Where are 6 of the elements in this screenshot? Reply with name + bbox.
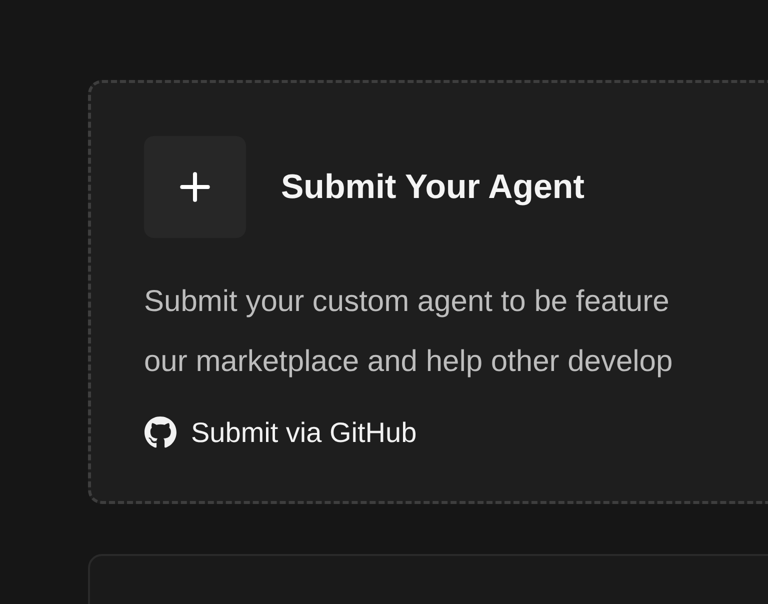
github-icon	[144, 416, 177, 449]
description-line: Submit your custom agent to be feature	[144, 284, 670, 320]
add-button[interactable]	[144, 136, 246, 238]
github-link[interactable]: Submit via GitHub	[144, 416, 417, 449]
description-line: our marketplace and help other develop	[144, 344, 674, 380]
card-title: Submit Your Agent	[281, 168, 584, 206]
